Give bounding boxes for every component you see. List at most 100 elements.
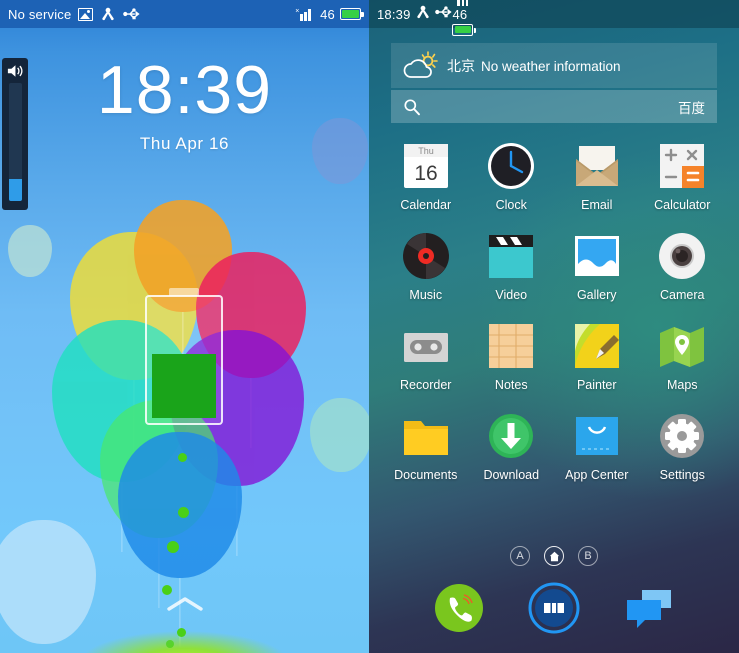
app-label: Calendar bbox=[400, 198, 452, 212]
music-icon bbox=[401, 231, 451, 281]
search-bar[interactable]: 百度 bbox=[391, 90, 717, 123]
home-status-bar: 18:39 × bbox=[369, 0, 739, 36]
carrier-label: No service bbox=[8, 6, 72, 22]
weather-city: 北京 bbox=[447, 57, 475, 74]
recorder-icon bbox=[401, 321, 451, 371]
home-screen[interactable]: 18:39 × bbox=[369, 0, 739, 653]
app-label: Camera bbox=[660, 288, 705, 302]
app-label: Notes bbox=[494, 378, 528, 392]
weather-description: No weather information bbox=[481, 58, 621, 74]
app-calendar[interactable]: Thu 16 Calendar bbox=[383, 136, 469, 226]
status-time-label: 18:39 bbox=[377, 6, 411, 22]
app-documents[interactable]: Documents bbox=[383, 406, 469, 496]
app-gallery[interactable]: Gallery bbox=[554, 226, 640, 316]
app-email[interactable]: Email bbox=[554, 136, 640, 226]
usb-icon bbox=[435, 5, 453, 17]
floating-dot bbox=[177, 628, 186, 637]
floating-dot bbox=[178, 453, 187, 462]
dock-phone[interactable] bbox=[433, 582, 485, 634]
floating-dot bbox=[162, 585, 172, 595]
app-label: Gallery bbox=[576, 288, 617, 302]
documents-icon bbox=[401, 411, 451, 461]
phone-icon bbox=[434, 584, 483, 632]
dock-contacts[interactable] bbox=[528, 582, 580, 634]
weather-widget[interactable]: 北京 No weather information bbox=[391, 43, 717, 88]
app-label: Clock bbox=[495, 198, 527, 212]
app-label: Recorder bbox=[400, 378, 452, 392]
lock-clock: 18:39 Thu Apr 16 bbox=[0, 52, 369, 154]
speaker-icon bbox=[7, 65, 23, 77]
lock-screen[interactable]: 18:39 Thu Apr 16 No service × 46 bbox=[0, 0, 369, 653]
page-indicator-label: B bbox=[584, 550, 592, 562]
clock-icon bbox=[486, 141, 536, 191]
chevron-up-icon[interactable] bbox=[166, 597, 204, 611]
signal-bars-icon: × bbox=[452, 0, 473, 6]
page-indicators: A B bbox=[369, 546, 739, 566]
battery-overlay-widget bbox=[145, 295, 223, 425]
contacts-icon bbox=[528, 582, 580, 634]
app-label: Email bbox=[581, 198, 613, 212]
app-label: Painter bbox=[576, 378, 617, 392]
app-label: Video bbox=[495, 288, 528, 302]
app-music[interactable]: Music bbox=[383, 226, 469, 316]
app-download[interactable]: Download bbox=[469, 406, 555, 496]
app-clock[interactable]: Clock bbox=[469, 136, 555, 226]
app-label: Maps bbox=[666, 378, 698, 392]
app-center-icon bbox=[572, 411, 622, 461]
search-input[interactable] bbox=[421, 99, 678, 114]
signal-bars-icon: × bbox=[295, 8, 315, 21]
page-indicator-b[interactable]: B bbox=[578, 546, 598, 566]
dock bbox=[369, 571, 739, 645]
usb-icon bbox=[123, 8, 141, 20]
settings-gear-icon bbox=[657, 411, 707, 461]
battery-percent-label: 46 bbox=[452, 6, 468, 22]
app-grid: Thu 16 Calendar Clock Email Calculator M… bbox=[369, 136, 739, 496]
svg-text:16: 16 bbox=[414, 162, 437, 185]
app-calculator[interactable]: Calculator bbox=[640, 136, 726, 226]
dock-messaging[interactable] bbox=[623, 582, 675, 634]
app-label: Calculator bbox=[654, 198, 711, 212]
app-painter[interactable]: Painter bbox=[554, 316, 640, 406]
svg-text:Thu: Thu bbox=[418, 146, 434, 156]
volume-track[interactable] bbox=[8, 83, 22, 201]
sun-cloud-icon bbox=[403, 50, 438, 78]
page-indicator-home[interactable] bbox=[544, 546, 564, 566]
adb-icon bbox=[417, 5, 429, 18]
app-label: Documents bbox=[394, 468, 458, 482]
background-balloon bbox=[310, 398, 369, 472]
app-label: Settings bbox=[659, 468, 705, 482]
notes-icon bbox=[486, 321, 536, 371]
floating-dot bbox=[178, 507, 189, 518]
app-label: Download bbox=[483, 468, 540, 482]
message-bubbles-icon bbox=[627, 590, 672, 628]
app-settings[interactable]: Settings bbox=[640, 406, 726, 496]
page-indicator-a[interactable]: A bbox=[510, 546, 530, 566]
app-maps[interactable]: Maps bbox=[640, 316, 726, 406]
search-icon[interactable] bbox=[403, 98, 421, 116]
calculator-icon bbox=[657, 141, 707, 191]
app-camera[interactable]: Camera bbox=[640, 226, 726, 316]
download-icon bbox=[486, 411, 536, 461]
email-icon bbox=[572, 141, 622, 191]
battery-percent-label: 46 bbox=[320, 6, 335, 22]
calendar-icon: Thu 16 bbox=[401, 141, 451, 191]
app-recorder[interactable]: Recorder bbox=[383, 316, 469, 406]
battery-icon bbox=[340, 8, 364, 20]
app-label: Music bbox=[409, 288, 443, 302]
video-icon bbox=[486, 231, 536, 281]
floating-dot bbox=[166, 640, 174, 648]
home-icon bbox=[549, 551, 559, 561]
adb-icon bbox=[102, 7, 115, 21]
gallery-icon bbox=[572, 231, 622, 281]
app-video[interactable]: Video bbox=[469, 226, 555, 316]
search-engine-label[interactable]: 百度 bbox=[678, 97, 705, 117]
volume-slider[interactable] bbox=[2, 58, 28, 210]
lock-time: 18:39 bbox=[96, 52, 273, 128]
background-balloon bbox=[8, 225, 52, 277]
volume-fill bbox=[8, 179, 22, 201]
screenshot-icon bbox=[78, 7, 94, 21]
app-app-center[interactable]: App Center bbox=[554, 406, 640, 496]
camera-icon bbox=[657, 231, 707, 281]
battery-overlay-level bbox=[152, 354, 216, 418]
app-notes[interactable]: Notes bbox=[469, 316, 555, 406]
